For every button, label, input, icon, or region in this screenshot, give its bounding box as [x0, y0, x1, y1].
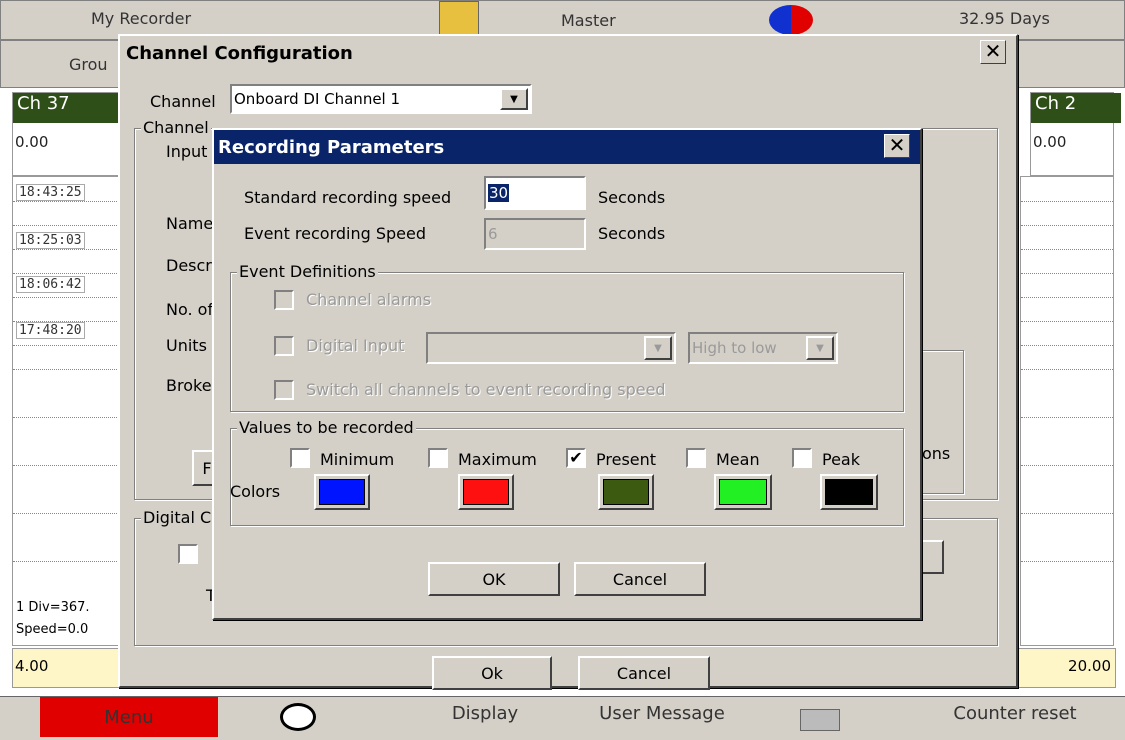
minimum-color-button[interactable]: [314, 474, 370, 510]
input-label: Input: [166, 142, 208, 161]
disk-usage-icon: [769, 5, 813, 35]
recording-params-titlebar: Recording Parameters: [214, 130, 920, 164]
digital-input-checkbox[interactable]: [274, 336, 294, 356]
bottom-bar: Menu Display User Message Counter reset: [0, 696, 1125, 740]
event-definitions-title: Event Definitions: [237, 262, 378, 281]
standard-speed-value: 30: [488, 184, 510, 202]
ok-button[interactable]: OK: [428, 562, 560, 596]
left-channel-name: Ch 37: [13, 93, 127, 123]
units-label: Units: [166, 336, 207, 355]
recording-parameters-dialog: Recording Parameters ✕ Standard recordin…: [212, 128, 922, 620]
cancel-button[interactable]: Cancel: [574, 562, 706, 596]
channel-group-title: Channel: [141, 118, 211, 137]
maximum-label: Maximum: [458, 450, 537, 469]
present-color-button[interactable]: [598, 474, 654, 510]
ok-button[interactable]: Ok: [432, 656, 552, 690]
close-icon[interactable]: ✕: [884, 134, 910, 158]
digital-checkbox[interactable]: [178, 544, 198, 564]
scale-max: 20.00: [1068, 657, 1111, 675]
digital-input-label: Digital Input: [306, 336, 405, 355]
menu-label: Menu: [104, 706, 154, 728]
timestamp: 18:43:25: [16, 184, 85, 201]
channel-config-title: Channel Configuration: [126, 42, 353, 64]
channel-alarms-checkbox[interactable]: [274, 290, 294, 310]
channel-select-value: Onboard DI Channel 1: [234, 90, 401, 108]
name-label: Name: [166, 214, 214, 233]
recorder-name: My Recorder: [91, 9, 192, 28]
days-remaining: 32.95 Days: [959, 9, 1050, 28]
speed-text: Speed=0.0: [16, 622, 89, 637]
number-of-label: No. of: [166, 300, 214, 319]
user-name: Master: [561, 11, 616, 30]
mean-checkbox[interactable]: [686, 448, 706, 468]
event-speed-label: Event recording Speed: [244, 224, 427, 243]
edge-select-value: High to low: [692, 339, 777, 357]
standard-speed-label: Standard recording speed: [244, 188, 452, 207]
present-label: Present: [596, 450, 657, 469]
group-label[interactable]: Grou: [69, 55, 108, 74]
switch-all-checkbox[interactable]: [274, 380, 294, 400]
event-speed-input: 6: [484, 218, 586, 250]
standard-speed-input[interactable]: 30: [484, 176, 586, 210]
maximum-checkbox[interactable]: [428, 448, 448, 468]
display-button[interactable]: Display: [400, 703, 570, 724]
seconds-label: Seconds: [598, 224, 666, 243]
maximum-color-button[interactable]: [458, 474, 514, 510]
chevron-down-icon[interactable]: ▼: [500, 88, 528, 110]
right-channel-name: Ch 2: [1031, 93, 1121, 123]
recording-params-title: Recording Parameters: [218, 136, 445, 158]
channel-alarms-label: Channel alarms: [306, 290, 432, 309]
description-label: Descr: [166, 256, 212, 275]
chevron-down-icon[interactable]: ▼: [644, 336, 672, 360]
counter-reset-button[interactable]: Counter reset: [930, 703, 1100, 724]
camera-icon[interactable]: [800, 709, 840, 731]
edge-select[interactable]: High to low ▼: [688, 332, 838, 364]
timestamp: 17:48:20: [16, 322, 85, 339]
right-channel-panel[interactable]: Ch 2 0.00: [1030, 92, 1121, 176]
timestamp: 18:25:03: [16, 232, 85, 249]
switch-all-label: Switch all channels to event recording s…: [306, 380, 666, 399]
close-icon[interactable]: ✕: [980, 40, 1006, 64]
trend-area-right: [1020, 176, 1114, 646]
minimum-checkbox[interactable]: [290, 448, 310, 468]
menu-button[interactable]: Menu: [40, 697, 218, 737]
broken-label: Broke: [166, 376, 212, 395]
user-message-button[interactable]: User Message: [572, 703, 752, 724]
chevron-down-icon[interactable]: ▼: [806, 336, 834, 360]
present-checkbox[interactable]: ✔: [566, 448, 586, 468]
colors-label: Colors: [230, 482, 281, 501]
cancel-button[interactable]: Cancel: [578, 656, 710, 690]
channel-label: Channel: [150, 92, 216, 111]
seconds-label: Seconds: [598, 188, 666, 207]
division-text: 1 Div=367.: [16, 600, 90, 615]
timestamp: 18:06:42: [16, 276, 85, 293]
left-channel-value: 0.00: [15, 133, 49, 151]
digital-group-title: Digital Cl: [141, 508, 218, 527]
values-recorded-title: Values to be recorded: [237, 418, 416, 437]
event-speed-value: 6: [488, 225, 498, 243]
right-channel-value: 0.00: [1033, 133, 1067, 151]
peak-label: Peak: [822, 450, 860, 469]
minimum-label: Minimum: [320, 450, 395, 469]
digital-side-button[interactable]: [920, 540, 944, 574]
clock-icon[interactable]: [280, 703, 316, 731]
peak-checkbox[interactable]: [792, 448, 812, 468]
options-label: ons: [922, 444, 951, 463]
left-channel-panel[interactable]: Ch 37 0.00: [12, 92, 127, 176]
digital-input-select[interactable]: ▼: [426, 332, 676, 364]
scale-min: 4.00: [15, 657, 49, 675]
mean-label: Mean: [716, 450, 760, 469]
peak-color-button[interactable]: [820, 474, 878, 510]
channel-config-titlebar: Channel Configuration: [120, 36, 1016, 70]
mean-color-button[interactable]: [714, 474, 772, 510]
channel-select[interactable]: Onboard DI Channel 1 ▼: [230, 84, 532, 114]
